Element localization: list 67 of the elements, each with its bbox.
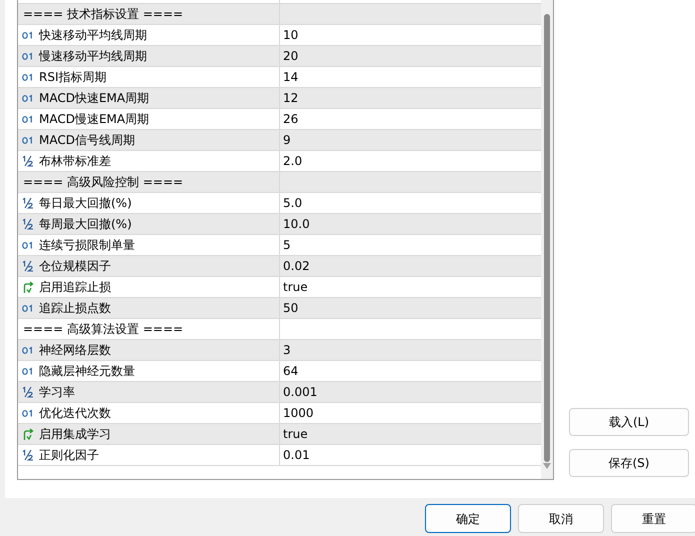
section-header: ==== 高级算法设置 ==== [23, 321, 184, 338]
parameter-name: 每周最大回撤(%) [39, 216, 132, 233]
parameter-name: MACD慢速EMA周期 [39, 111, 150, 128]
parameter-value[interactable]: 2.0 [283, 152, 302, 170]
section-header: ==== 技术指标设置 ==== [23, 6, 184, 23]
parameter-value[interactable]: 0.02 [283, 257, 310, 275]
parameter-name: 慢速移动平均线周期 [39, 48, 147, 65]
ok-button[interactable]: 确定 [425, 504, 511, 533]
scrollbar[interactable] [541, 0, 553, 479]
parameter-value[interactable]: 5 [283, 236, 291, 254]
fraction-icon [22, 197, 34, 209]
fraction-icon [22, 218, 34, 230]
parameter-name: RSI指标周期 [39, 69, 106, 86]
fraction-icon [22, 449, 34, 461]
reset-button[interactable]: 重置 [611, 504, 695, 533]
parameter-name: 启用追踪止损 [39, 279, 111, 296]
parameter-name: 连续亏损限制单量 [39, 237, 135, 254]
parameter-name: MACD信号线周期 [39, 132, 135, 149]
integer-icon [22, 113, 34, 125]
parameter-name: 仓位规模因子 [39, 258, 111, 275]
scroll-down-icon[interactable] [543, 463, 552, 469]
fraction-icon [22, 155, 34, 167]
parameter-value[interactable]: 3 [283, 341, 291, 359]
cancel-button[interactable]: 取消 [518, 504, 604, 533]
parameter-value[interactable]: 50 [283, 299, 298, 317]
parameter-name: 布林带标准差 [39, 153, 111, 170]
parameter-value[interactable]: 1000 [283, 404, 314, 422]
parameter-value[interactable]: 10.0 [283, 215, 310, 233]
parameter-value[interactable]: 14 [283, 68, 298, 86]
fraction-icon [22, 260, 34, 272]
parameter-value[interactable]: true [283, 425, 308, 443]
fraction-icon [22, 386, 34, 398]
integer-icon [22, 365, 34, 377]
integer-icon [22, 302, 34, 314]
arrow-icon [22, 428, 34, 440]
parameter-value[interactable]: 26 [283, 110, 298, 128]
parameter-value[interactable]: 12 [283, 89, 298, 107]
parameter-value[interactable]: 0.001 [283, 383, 318, 401]
section-header: ==== 高级风险控制 ==== [23, 174, 184, 191]
load-button[interactable]: 载入(L) [569, 408, 689, 436]
parameter-value[interactable]: 10 [283, 26, 298, 44]
parameter-name: 神经网络层数 [39, 342, 111, 359]
parameter-value[interactable]: true [283, 278, 308, 296]
parameter-name: 优化迭代次数 [39, 405, 111, 422]
parameter-value[interactable]: 20 [283, 47, 298, 65]
parameter-value[interactable]: 9 [283, 131, 291, 149]
parameter-name: MACD快速EMA周期 [39, 90, 150, 107]
parameter-value[interactable]: 0.01 [283, 446, 310, 464]
parameter-value[interactable]: 5.0 [283, 194, 302, 212]
parameter-name: 追踪止损点数 [39, 300, 111, 317]
integer-icon [22, 344, 34, 356]
save-button[interactable]: 保存(S) [569, 449, 689, 477]
parameter-value[interactable]: 64 [283, 362, 298, 380]
integer-icon [22, 239, 34, 251]
parameter-name: 每日最大回撤(%) [39, 195, 132, 212]
parameter-name: 学习率 [39, 384, 75, 401]
parameter-name: 快速移动平均线周期 [39, 27, 147, 44]
integer-icon [22, 92, 34, 104]
parameter-name: 启用集成学习 [39, 426, 111, 443]
integer-icon [22, 407, 34, 419]
parameter-name: 正则化因子 [39, 447, 99, 464]
integer-icon [22, 134, 34, 146]
integer-icon [22, 50, 34, 62]
integer-icon [22, 29, 34, 41]
integer-icon [22, 71, 34, 83]
arrow-icon [22, 281, 34, 293]
parameter-name: 隐藏层神经元数量 [39, 363, 135, 380]
